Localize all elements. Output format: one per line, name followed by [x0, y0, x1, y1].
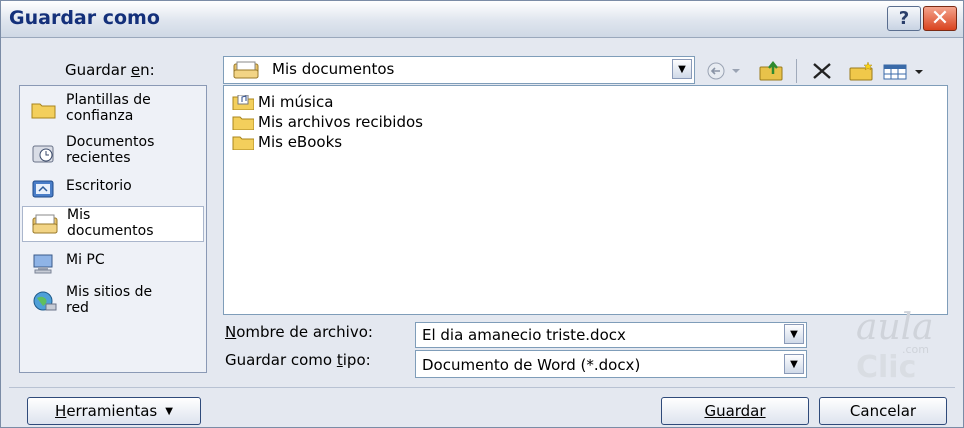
music-folder-icon: [232, 94, 254, 110]
save-in-dropdown[interactable]: Mis documentos ▼: [223, 56, 695, 84]
save-in-label: Guardar en:: [65, 61, 155, 79]
delete-button[interactable]: [807, 59, 837, 83]
filetype-dropdown[interactable]: Documento de Word (*.docx) ▼: [415, 350, 807, 378]
up-folder-icon: [759, 60, 783, 81]
my-documents-icon: [233, 61, 259, 79]
recent-documents-icon: [32, 145, 54, 163]
filename-input[interactable]: El dia amanecio triste.docx ▼: [415, 322, 807, 348]
filetype-value: Documento de Word (*.docx): [422, 356, 641, 374]
filename-value: El dia amanecio triste.docx: [422, 326, 626, 344]
place-my-documents[interactable]: Mis documentos: [22, 206, 204, 242]
views-menu-button[interactable]: [881, 59, 927, 83]
help-button[interactable]: ?: [887, 6, 921, 31]
views-grid-icon: [883, 64, 923, 80]
toolbar-separator: [796, 59, 797, 83]
filetype-label: Guardar como tipo:: [225, 351, 371, 369]
delete-x-icon: [813, 63, 831, 79]
dialog-title: Guardar como: [9, 7, 160, 29]
my-documents-icon: [32, 214, 58, 234]
folder-icon: [31, 103, 56, 119]
chevron-down-icon[interactable]: ▼: [672, 59, 692, 79]
svg-text:Clic: Clic: [856, 350, 916, 381]
tools-button[interactable]: Herramientas ▼: [27, 397, 201, 425]
back-arrow-icon: [707, 62, 740, 80]
new-folder-icon: [849, 61, 873, 81]
save-in-value: Mis documentos: [272, 60, 395, 78]
filename-label: Nombre de archivo:: [225, 323, 373, 341]
list-item[interactable]: Mis archivos recibidos: [232, 112, 423, 132]
folder-icon: [232, 136, 254, 150]
save-button[interactable]: Guardar: [661, 397, 809, 425]
list-item[interactable]: Mi música: [232, 92, 333, 112]
chevron-down-icon: ▼: [165, 405, 173, 417]
close-button[interactable]: ✕: [923, 6, 957, 31]
places-bar: Plantillas de confianza Documentos recie…: [19, 85, 207, 373]
folder-icon: [232, 116, 254, 130]
save-as-dialog: Guardar como ? ✕ Guardar en: Mis documen…: [0, 0, 964, 428]
place-desktop[interactable]: Escritorio: [22, 178, 204, 202]
footer-separator: [9, 387, 955, 388]
aulaclic-watermark-logo: aula .com Clic: [856, 307, 934, 381]
my-computer-icon: [33, 254, 53, 274]
title-bar[interactable]: Guardar como ? ✕: [1, 1, 963, 38]
list-item[interactable]: Mis eBooks: [232, 132, 342, 152]
place-trusted-templates[interactable]: Plantillas de confianza: [22, 92, 204, 128]
back-button[interactable]: [705, 59, 745, 83]
new-folder-button[interactable]: [847, 59, 877, 83]
up-one-level-button[interactable]: [757, 59, 787, 83]
place-network-places[interactable]: Mis sitios de red: [22, 284, 204, 320]
place-my-computer[interactable]: Mi PC: [22, 252, 204, 276]
network-places-icon: [33, 291, 57, 311]
chevron-down-icon[interactable]: ▼: [784, 324, 804, 344]
svg-text:aula: aula: [856, 307, 934, 348]
place-recent-documents[interactable]: Documentos recientes: [22, 134, 204, 170]
chevron-down-icon[interactable]: ▼: [784, 354, 804, 374]
cancel-button[interactable]: Cancelar: [819, 397, 947, 425]
file-list[interactable]: Mi música Mis archivos recibidos Mis eBo…: [223, 85, 948, 315]
desktop-icon: [32, 180, 54, 198]
